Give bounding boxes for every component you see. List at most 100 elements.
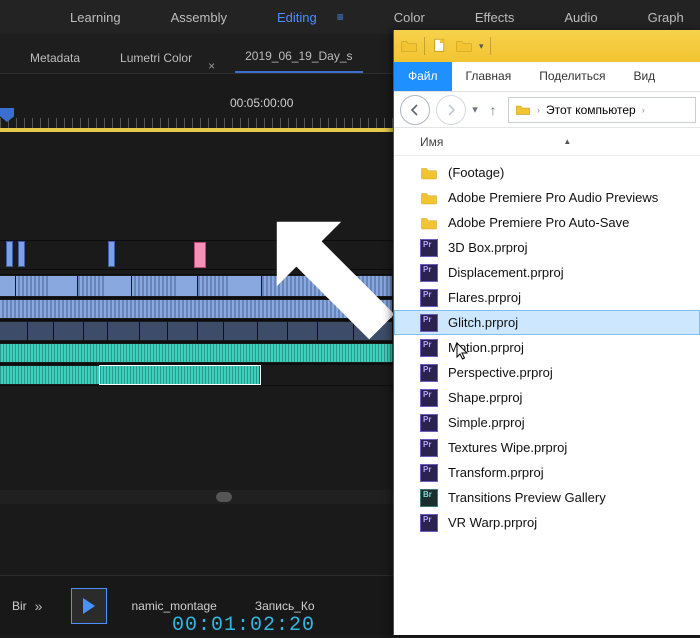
folder-icon bbox=[420, 164, 438, 182]
file-name-label: Transitions Preview Gallery bbox=[448, 490, 606, 505]
audio-track-2[interactable] bbox=[0, 364, 393, 386]
file-row[interactable]: Transform.prproj bbox=[394, 460, 700, 485]
folder-open-icon[interactable] bbox=[455, 37, 473, 55]
workspace-tab-effects[interactable]: Effects bbox=[475, 10, 515, 25]
audio-track-1[interactable] bbox=[0, 342, 393, 364]
folder-icon bbox=[400, 37, 418, 55]
column-header-name[interactable]: Имя bbox=[420, 135, 443, 149]
ribbon-tab-file[interactable]: Файл bbox=[394, 62, 452, 91]
file-row[interactable]: Perspective.prproj bbox=[394, 360, 700, 385]
qat-dropdown-icon[interactable]: ▾ bbox=[479, 41, 484, 52]
recent-locations-icon[interactable]: ▾ bbox=[466, 103, 484, 116]
sort-indicator-icon: ▲ bbox=[563, 137, 571, 146]
file-row[interactable]: Flares.prproj bbox=[394, 285, 700, 310]
premiere-project-file-icon bbox=[420, 264, 438, 282]
file-row[interactable]: Adobe Premiere Pro Auto-Save bbox=[394, 210, 700, 235]
folder-icon bbox=[420, 189, 438, 207]
file-row[interactable]: Transitions Preview Gallery bbox=[394, 485, 700, 510]
premiere-project-file-icon bbox=[420, 389, 438, 407]
explorer-ribbon: Файл Главная Поделиться Вид bbox=[394, 62, 700, 92]
file-name-label: Adobe Premiere Pro Auto-Save bbox=[448, 215, 629, 230]
file-row[interactable]: Displacement.prproj bbox=[394, 260, 700, 285]
file-row[interactable]: Motion.prproj bbox=[394, 335, 700, 360]
annotation-arrow-icon bbox=[260, 205, 400, 345]
mouse-cursor-icon bbox=[456, 342, 470, 362]
file-row[interactable]: (Footage) bbox=[394, 160, 700, 185]
folder-icon bbox=[420, 214, 438, 232]
expand-panels-icon[interactable]: » bbox=[35, 598, 44, 614]
ribbon-tab-home[interactable]: Главная bbox=[452, 62, 526, 91]
premiere-project-file-icon bbox=[420, 464, 438, 482]
panel-tab-lumetri[interactable]: Lumetri Color bbox=[110, 43, 202, 73]
file-name-label: Adobe Premiere Pro Audio Previews bbox=[448, 190, 658, 205]
nav-up-button[interactable]: ↑ bbox=[484, 102, 502, 118]
nav-forward-button[interactable] bbox=[436, 95, 466, 125]
close-icon[interactable]: × bbox=[208, 59, 215, 73]
workspace-tab-bar: Learning Assembly Editing ≡ Color Effect… bbox=[0, 0, 700, 34]
premiere-project-file-icon bbox=[420, 514, 438, 532]
project-item-2[interactable]: Запись_Ко bbox=[255, 599, 315, 613]
nav-back-button[interactable] bbox=[400, 95, 430, 125]
file-name-label: (Footage) bbox=[448, 165, 504, 180]
column-header-row[interactable]: Имя ▲ bbox=[394, 128, 700, 156]
bin-label: Bir bbox=[12, 599, 27, 613]
workspace-tab-assembly[interactable]: Assembly bbox=[171, 10, 227, 25]
ribbon-tab-view[interactable]: Вид bbox=[619, 62, 669, 91]
file-name-label: Displacement.prproj bbox=[448, 265, 564, 280]
file-row[interactable]: Simple.prproj bbox=[394, 410, 700, 435]
premiere-project-file-icon bbox=[420, 439, 438, 457]
file-list: (Footage) Adobe Premiere Pro Audio Previe… bbox=[394, 156, 700, 547]
timeline-scrollbar[interactable] bbox=[0, 490, 393, 504]
breadcrumb-this-pc[interactable]: Этот компьютер bbox=[546, 103, 636, 117]
source-timecode[interactable]: 00:01:02:20 bbox=[172, 614, 315, 637]
workspace-tab-learning[interactable]: Learning bbox=[70, 10, 121, 25]
file-explorer-window: ▾ Файл Главная Поделиться Вид ▾ ↑ › Этот… bbox=[393, 30, 700, 635]
chevron-right-icon[interactable]: › bbox=[642, 105, 645, 115]
ribbon-tab-share[interactable]: Поделиться bbox=[525, 62, 619, 91]
file-name-label: 3D Box.prproj bbox=[448, 240, 527, 255]
file-name-label: Shape.prproj bbox=[448, 390, 522, 405]
file-name-label: Transform.prproj bbox=[448, 465, 544, 480]
workspace-tab-graphics[interactable]: Graph bbox=[648, 10, 684, 25]
new-doc-icon[interactable] bbox=[431, 37, 449, 55]
play-icon bbox=[82, 598, 96, 614]
premiere-project-file-icon bbox=[420, 364, 438, 382]
file-name-label: Flares.prproj bbox=[448, 290, 521, 305]
scrollbar-thumb[interactable] bbox=[216, 492, 232, 502]
file-name-label: Perspective.prproj bbox=[448, 365, 553, 380]
workspace-tab-editing[interactable]: Editing bbox=[277, 10, 317, 25]
explorer-nav-row: ▾ ↑ › Этот компьютер › bbox=[394, 92, 700, 128]
work-area-bar[interactable] bbox=[0, 128, 393, 132]
premiere-project-file-icon bbox=[420, 289, 438, 307]
time-ruler[interactable]: 00:05:00:00 bbox=[0, 90, 393, 128]
chevron-right-icon[interactable]: › bbox=[537, 105, 540, 115]
arrow-right-icon bbox=[445, 104, 457, 116]
workspace-menu-icon[interactable]: ≡ bbox=[337, 10, 344, 24]
file-name-label: VR Warp.prproj bbox=[448, 515, 537, 530]
explorer-titlebar[interactable]: ▾ bbox=[394, 30, 700, 62]
premiere-project-file-icon bbox=[420, 414, 438, 432]
ruler-timecode-label: 00:05:00:00 bbox=[230, 96, 293, 110]
workspace-tab-color[interactable]: Color bbox=[394, 10, 425, 25]
file-row[interactable]: Textures Wipe.prproj bbox=[394, 435, 700, 460]
file-row[interactable]: 3D Box.prproj bbox=[394, 235, 700, 260]
arrow-left-icon bbox=[409, 104, 421, 116]
premiere-project-file-icon bbox=[420, 239, 438, 257]
ruler-ticks bbox=[0, 118, 393, 128]
bridge-file-icon bbox=[420, 489, 438, 507]
panel-tab-metadata[interactable]: Metadata bbox=[20, 43, 90, 73]
panel-tab-sequence[interactable]: 2019_06_19_Day_s bbox=[235, 41, 362, 73]
file-row[interactable]: Adobe Premiere Pro Audio Previews bbox=[394, 185, 700, 210]
folder-icon bbox=[515, 102, 531, 118]
file-name-label: Glitch.prproj bbox=[448, 315, 518, 330]
play-button[interactable] bbox=[71, 588, 107, 624]
file-row[interactable]: Glitch.prproj bbox=[394, 310, 700, 335]
file-name-label: Simple.prproj bbox=[448, 415, 525, 430]
premiere-project-file-icon bbox=[420, 339, 438, 357]
address-bar[interactable]: › Этот компьютер › bbox=[508, 97, 696, 123]
file-row[interactable]: VR Warp.prproj bbox=[394, 510, 700, 535]
project-item-1[interactable]: namic_montage bbox=[131, 599, 216, 613]
file-name-label: Textures Wipe.prproj bbox=[448, 440, 567, 455]
workspace-tab-audio[interactable]: Audio bbox=[564, 10, 597, 25]
file-row[interactable]: Shape.prproj bbox=[394, 385, 700, 410]
